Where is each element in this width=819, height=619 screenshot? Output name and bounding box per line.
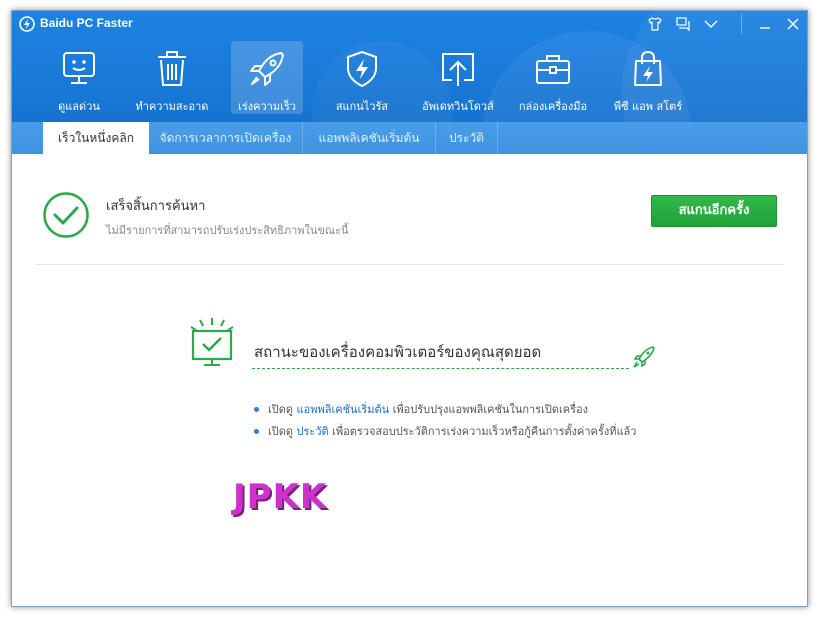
main-nav: ดูแลด่วน ทำความสะอาด เร่งความเร็ว สแกนไว… [12,41,807,117]
nav-item-virus-scan[interactable]: สแกนไวรัส [326,41,398,114]
skin-button[interactable] [646,15,664,33]
tip-suffix: เพื่อตรวจสอบประวัติการเร่งความเร็วหรือกู… [332,425,637,438]
title-bar: Baidu PC Faster [12,11,807,37]
tab-one-click-speed[interactable]: เร็วในหนึ่งคลิก [43,122,149,155]
tip-suffix: เพื่อปรับปรุงแอพพลิเคชันในการเปิดเครื่อง [392,403,588,416]
close-button[interactable] [784,15,802,33]
app-logo-icon [19,16,35,32]
nav-item-clean[interactable]: ทำความสะอาด [136,41,208,114]
minimize-button[interactable] [756,15,774,33]
rescan-button[interactable]: สแกนอีกครั้ง [651,195,777,227]
tshirt-icon [648,17,662,31]
rocket-icon [250,52,284,86]
link-history[interactable]: ประวัติ [297,425,329,438]
check-circle-icon [43,192,89,238]
upload-icon [442,53,474,86]
sub-tabs: เร็วในหนึ่งคลิก จัดการเวลาการเปิดเครื่อง… [12,122,807,155]
tip-startup-apps: เปิดดู แอพพลิเคชันเริ่มต้น เพื่อปรับปรุง… [254,400,588,418]
header: Baidu PC Faster ดูแลด่วน ทำความสะอาด เร่… [12,11,807,122]
toolbox-icon [536,55,570,84]
chat-icon [676,17,690,32]
nav-item-quick-care[interactable]: ดูแลด่วน [43,41,115,114]
tip-prefix: เปิดดู [268,425,294,438]
menu-button[interactable] [702,15,720,33]
nav-item-toolbox[interactable]: กล่องเครื่องมือ [517,41,589,114]
nav-item-speed-up[interactable]: เร่งความเร็ว [231,41,303,114]
tip-prefix: เปิดดู [268,403,294,416]
nav-item-app-store[interactable]: พีซี แอพ สโตร์ [612,41,684,114]
chevron-down-icon [704,20,718,28]
monitor-face-icon [63,52,95,84]
dashed-underline [252,368,629,369]
minimize-icon [760,27,770,29]
watermark-text: JPKK [233,477,328,517]
shield-bolt-icon [347,51,377,87]
tab-startup-apps[interactable]: แอพพลิเคชันเริ่มต้น [303,122,436,154]
close-icon [787,18,799,30]
bullet-icon [254,406,259,412]
nav-label: พีซี แอพ สโตร์ [613,100,683,113]
feedback-button[interactable] [674,15,692,33]
rocket-icon [633,346,655,368]
window-title: Baidu PC Faster [40,16,133,30]
status-subtitle: ไม่มีรายการที่สามารถปรับเร่งประสิทธิภาพใ… [106,224,349,237]
bullet-icon [254,428,259,434]
divider [36,264,783,265]
shopping-bag-icon [634,50,662,86]
titlebar-separator [741,14,742,34]
app-window: Baidu PC Faster ดูแลด่วน ทำความสะอาด เร่… [11,10,808,607]
optimal-status-text: สถานะของเครื่องคอมพิวเตอร์ของคุณสุดยอด [254,343,542,361]
nav-item-windows-update[interactable]: อัพเดทวินโดวส์ [422,41,494,114]
monitor-check-icon [190,318,234,366]
trash-icon [158,51,186,86]
status-title: เสร็จสิ้นการค้นหา [106,199,206,214]
tab-history[interactable]: ประวัติ [436,122,498,154]
tab-boot-time[interactable]: จัดการเวลาการเปิดเครื่อง [149,122,303,154]
tip-history: เปิดดู ประวัติ เพื่อตรวจสอบประวัติการเร่… [254,422,636,440]
link-startup-apps[interactable]: แอพพลิเคชันเริ่มต้น [297,403,390,416]
